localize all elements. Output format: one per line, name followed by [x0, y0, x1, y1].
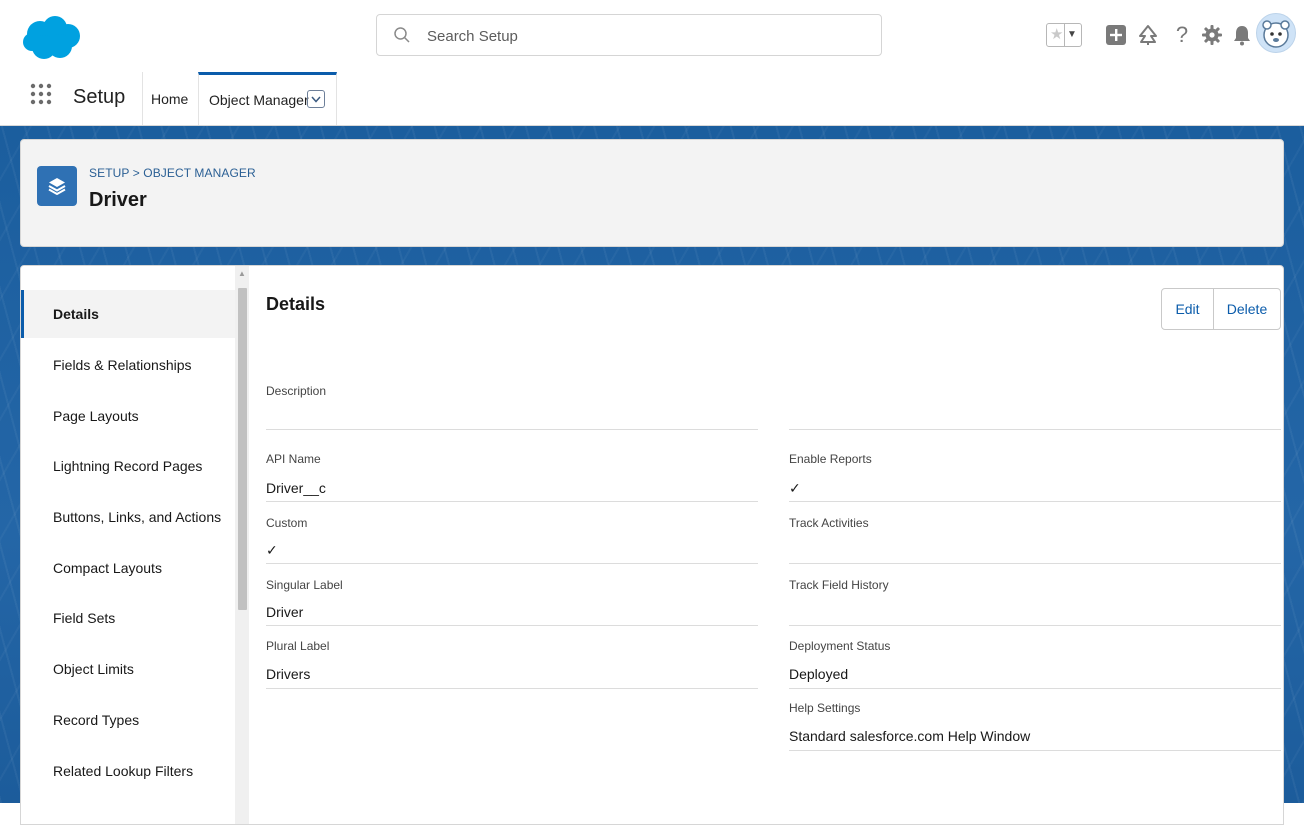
checkmark-icon: ✓ — [266, 542, 278, 558]
field-enable-reports: Enable Reports ✓ — [789, 452, 1281, 502]
favorites-dropdown-icon[interactable]: ▼ — [1067, 25, 1077, 45]
sidebar-item-compact-layouts[interactable]: Compact Layouts — [21, 544, 235, 592]
global-header: ★ ▼ ? — [0, 0, 1304, 73]
user-avatar[interactable] — [1256, 13, 1296, 53]
setup-gear-icon[interactable] — [1200, 23, 1224, 47]
trailhead-icon[interactable] — [1136, 23, 1160, 47]
field-api-name: API Name Driver__c — [266, 452, 758, 502]
favorites-divider — [1064, 24, 1065, 46]
sidebar-item-fields-relationships[interactable]: Fields & Relationships — [21, 341, 235, 389]
field-value: Deployed — [789, 666, 849, 682]
sidebar-item-related-lookup-filters[interactable]: Related Lookup Filters — [21, 747, 235, 795]
field-value: Driver — [266, 604, 304, 620]
app-navigation-bar: Setup Home Object Manager — [0, 72, 1304, 126]
sidebar-scrollbar[interactable]: ▲ — [235, 266, 249, 824]
app-name: Setup — [73, 86, 126, 108]
page-title: Driver — [89, 189, 147, 211]
details-title: Details — [266, 294, 326, 314]
chevron-down-icon[interactable] — [307, 90, 325, 108]
tab-object-manager[interactable]: Object Manager — [198, 72, 337, 125]
field-label: Track Activities — [789, 516, 869, 530]
help-icon[interactable]: ? — [1170, 22, 1194, 47]
field-help-settings: Help Settings Standard salesforce.com He… — [789, 701, 1281, 751]
sidebar-item-object-limits[interactable]: Object Limits — [21, 645, 235, 693]
field-track-field-history: Track Field History — [789, 578, 1281, 626]
object-header: SETUP > OBJECT MANAGER Driver — [20, 139, 1284, 247]
breadcrumb[interactable]: SETUP > OBJECT MANAGER — [89, 166, 256, 180]
field-label: Description — [266, 384, 327, 398]
search-input[interactable] — [425, 23, 869, 49]
field-description-spacer — [789, 384, 1281, 430]
object-detail-panel: Details Fields & Relationships Page Layo… — [20, 265, 1284, 825]
scrollbar-thumb[interactable] — [238, 288, 247, 610]
sidebar-item-field-sets[interactable]: Field Sets — [21, 594, 235, 642]
sidebar-item-buttons-links-actions[interactable]: Buttons, Links, and Actions — [21, 493, 235, 541]
search-icon — [394, 27, 410, 43]
field-value: Standard salesforce.com Help Window — [789, 728, 1031, 744]
field-plural-label: Plural Label Drivers — [266, 639, 758, 689]
field-custom: Custom ✓ — [266, 516, 758, 564]
tab-home[interactable]: Home — [142, 72, 196, 125]
field-value: Drivers — [266, 666, 311, 682]
checkmark-icon: ✓ — [789, 480, 801, 496]
field-label: API Name — [266, 452, 321, 466]
header-utility-icons: ★ ▼ ? — [1046, 11, 1296, 61]
tab-object-manager-label: Object Manager — [209, 92, 309, 108]
field-label: Enable Reports — [789, 452, 872, 466]
details-content: Details Edit Delete Description API Name… — [249, 266, 1283, 824]
salesforce-logo-icon[interactable] — [22, 14, 82, 62]
object-layers-icon — [37, 166, 77, 206]
field-label: Singular Label — [266, 578, 343, 592]
sidebar-item-record-types[interactable]: Record Types — [21, 696, 235, 744]
field-label: Plural Label — [266, 639, 330, 653]
global-add-icon[interactable] — [1104, 23, 1128, 47]
edit-button[interactable]: Edit — [1162, 289, 1214, 329]
scroll-up-arrow-icon[interactable]: ▲ — [238, 270, 246, 278]
object-sidebar: Details Fields & Relationships Page Layo… — [21, 266, 235, 824]
delete-button[interactable]: Delete — [1214, 289, 1280, 329]
notifications-bell-icon[interactable] — [1230, 23, 1254, 47]
search-box[interactable] — [376, 14, 882, 56]
field-label: Track Field History — [789, 578, 889, 592]
details-actions: Edit Delete — [1161, 288, 1281, 330]
field-deployment-status: Deployment Status Deployed — [789, 639, 1281, 689]
sidebar-item-details[interactable]: Details — [21, 290, 235, 338]
field-label: Custom — [266, 516, 308, 530]
field-singular-label: Singular Label Driver — [266, 578, 758, 626]
favorites-star-icon[interactable]: ★ — [1050, 26, 1063, 44]
favorites-button[interactable]: ★ ▼ — [1046, 23, 1082, 47]
field-label: Deployment Status — [789, 639, 891, 653]
sidebar-item-lightning-record-pages[interactable]: Lightning Record Pages — [21, 442, 235, 490]
field-label: Help Settings — [789, 701, 861, 715]
app-launcher-icon[interactable] — [30, 83, 52, 105]
sidebar-item-page-layouts[interactable]: Page Layouts — [21, 392, 235, 440]
field-track-activities: Track Activities — [789, 516, 1281, 564]
field-value: Driver__c — [266, 480, 326, 496]
field-description: Description — [266, 384, 758, 430]
